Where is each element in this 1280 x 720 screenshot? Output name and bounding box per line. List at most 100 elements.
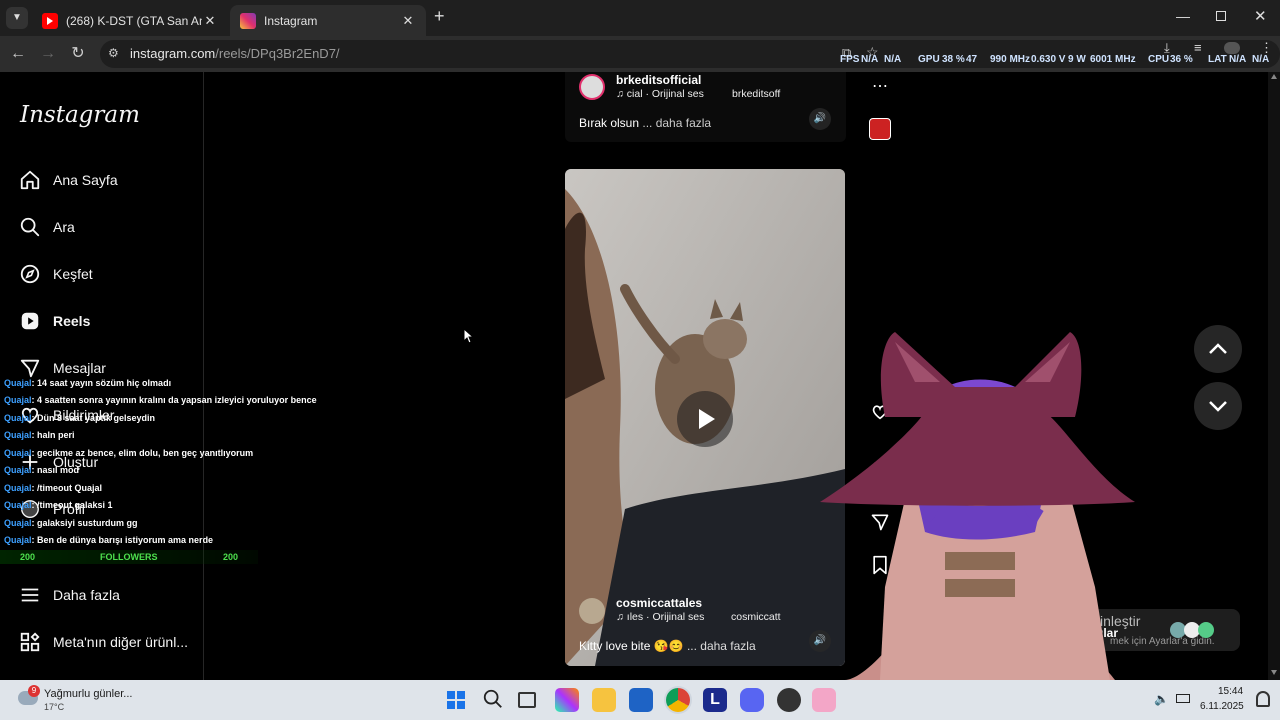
avatar[interactable] bbox=[579, 74, 605, 100]
file-explorer-icon[interactable] bbox=[592, 688, 616, 712]
instagram-icon bbox=[240, 12, 256, 29]
osd-gpu-label: GPU bbox=[918, 54, 940, 65]
chat-line: Quajal: 4 saatten sonra yayının kralını … bbox=[4, 395, 317, 405]
tray-volume-icon[interactable]: 🔈 bbox=[1154, 692, 1169, 706]
next-reel-button[interactable] bbox=[1194, 382, 1242, 430]
chat-line: Quajal: nasıl mod bbox=[4, 465, 80, 475]
scroll-up-arrow[interactable] bbox=[1271, 74, 1277, 79]
osd-fps-value: N/A bbox=[861, 54, 879, 65]
scrollbar[interactable] bbox=[1268, 72, 1280, 680]
reload-button[interactable]: ↻ bbox=[68, 44, 88, 64]
mouse-cursor bbox=[463, 328, 473, 344]
task-view-icon[interactable] bbox=[518, 692, 536, 708]
forward-button[interactable]: → bbox=[38, 44, 58, 64]
obs-icon[interactable] bbox=[777, 688, 801, 712]
play-icon bbox=[699, 409, 715, 429]
home-icon bbox=[18, 168, 42, 192]
minimize-button[interactable]: — bbox=[1176, 8, 1190, 24]
app-l-icon[interactable]: L bbox=[703, 688, 727, 712]
more-link[interactable]: ... daha fazla bbox=[687, 639, 756, 653]
restore-button[interactable] bbox=[1216, 11, 1226, 21]
copilot-icon[interactable] bbox=[555, 688, 579, 712]
meta-apps-icon bbox=[18, 630, 42, 654]
browser-toolbar: ← → ↻ ⚙ instagram.com/reels/DPq3Br2EnD7/… bbox=[0, 36, 1280, 72]
search-icon[interactable] bbox=[482, 688, 506, 712]
play-button[interactable] bbox=[677, 391, 733, 447]
notifications-icon[interactable] bbox=[1256, 691, 1270, 707]
sidebar-item-label: Daha fazla bbox=[53, 587, 120, 603]
chat-line: Quajal: /timeout Quajal bbox=[4, 483, 103, 493]
tab-search-button[interactable]: ▼ bbox=[6, 7, 28, 29]
more-options-icon[interactable]: ⋯ bbox=[868, 76, 892, 96]
chrome-icon[interactable] bbox=[666, 688, 690, 712]
back-button[interactable]: ← bbox=[8, 44, 28, 64]
youtube-icon bbox=[42, 12, 58, 29]
new-tab-button[interactable]: + bbox=[434, 6, 445, 27]
volume-button[interactable]: 🔊 bbox=[809, 108, 831, 130]
followers-bar: 200 FOLLOWERS 200 bbox=[0, 550, 258, 564]
reel-caption: Bırak olsun ... daha fazla bbox=[579, 116, 712, 130]
avatar[interactable] bbox=[579, 598, 605, 624]
osd-gpu-usage: 38 % bbox=[942, 54, 965, 65]
sidebar-item-label: Reels bbox=[53, 313, 91, 329]
tray-battery-icon[interactable] bbox=[1176, 694, 1190, 703]
reels-icon bbox=[18, 309, 42, 333]
sidebar-item-meta-apps[interactable]: Meta'nın diğer ürünl... bbox=[18, 630, 188, 654]
extensions-icon[interactable]: ≡ bbox=[1194, 40, 1202, 55]
browser-menu-icon[interactable]: ⋮ bbox=[1260, 40, 1273, 56]
chat-line: Quajal: 14 saat yayın sözüm hiç olmadı bbox=[4, 378, 172, 388]
chat-line: Quajal: galaksiyi susturdum gg bbox=[4, 518, 138, 528]
reel-audio[interactable]: ♫ cial · Orijinal ses bbox=[616, 88, 704, 100]
osd-fps-label: FPS bbox=[840, 54, 860, 65]
chat-line: Quajal: Ben de dünya barışı istiyorum am… bbox=[4, 535, 214, 545]
reel-audio-account[interactable]: cosmiccatt bbox=[731, 611, 781, 623]
instagram-logo[interactable]: Instagram bbox=[20, 102, 140, 128]
sidebar-item-explore[interactable]: Keşfet bbox=[18, 262, 93, 286]
clock-time[interactable]: 15:44 bbox=[1218, 686, 1243, 697]
sidebar-item-label: Meta'nın diğer ürünl... bbox=[53, 634, 188, 650]
reel-caption: Kitty love bite 😘😊 ... daha fazla bbox=[579, 639, 756, 653]
tab-instagram[interactable]: Instagram ✕ bbox=[230, 5, 426, 36]
audio-thumbnail[interactable] bbox=[869, 118, 891, 140]
close-window-button[interactable]: ✕ bbox=[1254, 7, 1267, 25]
close-icon[interactable]: ✕ bbox=[202, 13, 218, 29]
discord-icon[interactable] bbox=[740, 688, 764, 712]
reel-account-name[interactable]: brkeditsofficial bbox=[616, 73, 701, 87]
osd-lat-label: LAT bbox=[1208, 54, 1227, 65]
scroll-down-arrow[interactable] bbox=[1271, 670, 1277, 675]
reel-previous[interactable]: brkeditsofficial ♫ cial · Orijinal ses b… bbox=[565, 72, 846, 142]
osd-gpu-clock: 990 MHz bbox=[990, 54, 1031, 65]
sidebar-item-search[interactable]: Ara bbox=[18, 215, 75, 239]
sidebar-item-label: Mesajlar bbox=[53, 360, 106, 376]
start-button[interactable] bbox=[444, 688, 468, 712]
profile-avatar-icon[interactable] bbox=[1224, 42, 1240, 54]
instagram-page: Instagram Ana Sayfa Ara Keşfet Reels Mes… bbox=[0, 72, 1280, 680]
reel-account-name[interactable]: cosmiccattales bbox=[616, 596, 702, 610]
downloads-icon[interactable]: ⤓ bbox=[1164, 40, 1170, 56]
close-icon[interactable]: ✕ bbox=[400, 13, 416, 29]
reel-audio-account[interactable]: brkeditsoff bbox=[732, 88, 780, 100]
osd-gpu-temp: 47 bbox=[966, 54, 978, 65]
tab-title: (268) K-DST (GTA San Andreas R bbox=[66, 13, 202, 28]
site-info-icon[interactable]: ⚙ bbox=[108, 46, 119, 60]
app-pink-icon[interactable] bbox=[812, 688, 836, 712]
more-link[interactable]: ... daha fazla bbox=[642, 116, 711, 130]
reel-audio[interactable]: ♫ ıles · Orijinal ses bbox=[616, 611, 704, 623]
chevron-down-icon: ▼ bbox=[12, 12, 22, 23]
store-icon[interactable] bbox=[629, 688, 653, 712]
clock-date[interactable]: 6.11.2025 bbox=[1200, 701, 1244, 712]
sidebar-item-more[interactable]: Daha fazla bbox=[18, 583, 120, 607]
previous-reel-button[interactable] bbox=[1194, 325, 1242, 373]
reel-video[interactable]: cosmiccattales ♫ ıles · Orijinal ses cos… bbox=[565, 169, 845, 666]
sidebar-item-reels[interactable]: Reels bbox=[18, 309, 90, 333]
followers-label: FOLLOWERS bbox=[100, 552, 158, 562]
sidebar-item-home[interactable]: Ana Sayfa bbox=[18, 168, 118, 192]
tab-title: Instagram bbox=[264, 13, 318, 28]
weather-title: Yağmurlu günler... bbox=[44, 688, 133, 700]
tab-youtube[interactable]: (268) K-DST (GTA San Andreas R ✕ bbox=[32, 5, 228, 36]
osd-gpu-power: 9 W bbox=[1068, 54, 1086, 65]
sidebar-item-messages[interactable]: Mesajlar bbox=[18, 356, 106, 380]
weather-widget[interactable]: 9 Yağmurlu günler... 17°C bbox=[14, 685, 184, 715]
vtuber-avatar-overlay bbox=[820, 332, 1135, 680]
chat-line: Quajal: /timeout galaksi 1 bbox=[4, 500, 113, 510]
